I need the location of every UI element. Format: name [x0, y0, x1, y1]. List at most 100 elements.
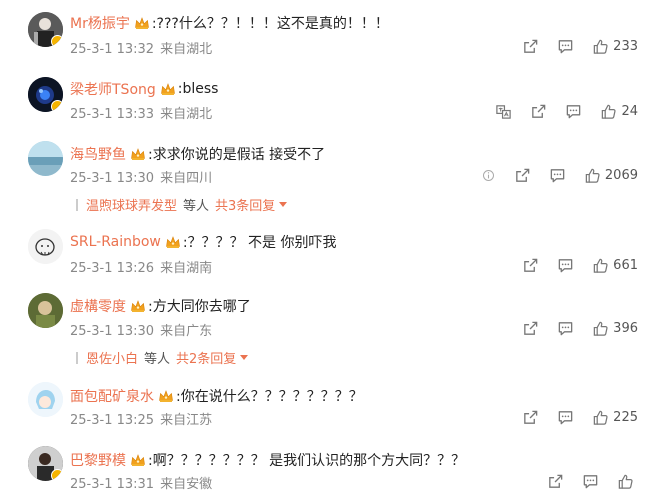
comment-button[interactable] [557, 409, 574, 426]
comment-button[interactable] [582, 473, 599, 490]
like-button[interactable] [617, 473, 638, 490]
thumbs-up-icon [617, 473, 634, 490]
avatar[interactable] [28, 293, 63, 328]
share-icon [547, 473, 564, 490]
share-button[interactable] [530, 103, 547, 120]
comment-icon [557, 38, 574, 55]
comment-button[interactable] [549, 167, 566, 184]
share-button[interactable] [547, 473, 564, 490]
location: 来自江苏 [160, 413, 213, 428]
reply-etc: 等人 [144, 352, 171, 367]
like-button[interactable]: 661 [592, 257, 638, 274]
comment-button[interactable] [565, 103, 582, 120]
comment-icon [557, 320, 574, 337]
location: 来自四川 [160, 171, 213, 186]
comment-icon [549, 167, 566, 184]
share-button[interactable] [522, 38, 539, 55]
username[interactable]: 巴黎野模 [70, 450, 126, 470]
share-button[interactable] [514, 167, 531, 184]
chevron-down-icon [240, 355, 249, 360]
location: 来自广东 [160, 324, 213, 339]
like-count: 661 [613, 257, 638, 273]
like-button[interactable]: 225 [592, 409, 638, 426]
location: 来自湖北 [160, 107, 213, 122]
comment-button[interactable] [557, 320, 574, 337]
crown-icon [158, 389, 174, 403]
crown-icon [130, 147, 146, 161]
comment-text: :你在说什么？？？？？？？？ [176, 389, 363, 405]
info-button[interactable] [481, 168, 496, 183]
verified-badge-icon [51, 469, 63, 481]
share-icon [514, 167, 531, 184]
comment-text: :啊？？？？？？？ 是我们认识的那个方大同？？？ [148, 453, 466, 469]
crown-icon [165, 235, 181, 249]
like-button[interactable]: 24 [600, 103, 638, 120]
timestamp: 25-3-1 13:32 [70, 42, 155, 57]
info-icon [481, 168, 496, 183]
username[interactable]: 海鸟野鱼 [70, 144, 126, 164]
username[interactable]: Mr杨振宇 [70, 13, 130, 33]
avatar[interactable] [28, 12, 63, 47]
timestamp: 25-3-1 13:26 [70, 261, 155, 276]
chevron-down-icon [279, 202, 288, 207]
like-count: 233 [613, 38, 638, 54]
like-count: 24 [621, 103, 638, 119]
thumbs-up-icon [592, 38, 609, 55]
timestamp: 25-3-1 13:25 [70, 413, 155, 428]
thumbs-up-icon [592, 257, 609, 274]
crown-icon [130, 299, 146, 313]
comment-button[interactable] [557, 257, 574, 274]
verified-badge-icon [51, 35, 63, 47]
location: 来自湖北 [160, 42, 213, 57]
timestamp: 25-3-1 13:30 [70, 171, 155, 186]
reply-etc: 等人 [183, 199, 210, 214]
share-icon [522, 38, 539, 55]
username[interactable]: 梁老师TSong [70, 79, 156, 99]
translate-icon [495, 103, 512, 120]
replies-summary[interactable]: 恩佐小白 等人 共2条回复 [76, 348, 249, 367]
avatar[interactable] [28, 141, 63, 176]
reply-total[interactable]: 共2条回复 [176, 348, 236, 367]
timestamp: 25-3-1 13:33 [70, 107, 155, 122]
like-count: 2069 [604, 167, 638, 183]
share-icon [530, 103, 547, 120]
username[interactable]: 虚構零度 [70, 296, 126, 316]
share-button[interactable] [522, 409, 539, 426]
reply-total[interactable]: 共3条回复 [215, 195, 275, 214]
thumbs-up-icon [592, 320, 609, 337]
crown-icon [134, 16, 150, 30]
thumbs-up-icon [600, 103, 617, 120]
avatar[interactable] [28, 77, 63, 112]
avatar[interactable] [28, 382, 63, 417]
share-icon [522, 409, 539, 426]
crown-icon [160, 82, 176, 96]
reply-divider [76, 198, 78, 211]
comment-icon [557, 257, 574, 274]
avatar[interactable] [28, 446, 63, 481]
comment-icon [565, 103, 582, 120]
replies-summary[interactable]: 温煦球球弄发型 等人 共3条回复 [76, 195, 288, 214]
share-button[interactable] [522, 320, 539, 337]
like-button[interactable]: 396 [592, 320, 638, 337]
share-button[interactable] [522, 257, 539, 274]
comment-text: :???什么？？！！！这不是真的！！！ [151, 16, 389, 32]
username[interactable]: SRL-Rainbow [70, 234, 161, 250]
crown-icon [130, 453, 146, 467]
comment-text: :方大同你去哪了 [148, 299, 251, 315]
comment-button[interactable] [557, 38, 574, 55]
translate-button[interactable] [495, 103, 512, 120]
avatar[interactable] [28, 229, 63, 264]
reply-user[interactable]: 温煦球球弄发型 [86, 195, 177, 214]
like-count: 225 [613, 409, 638, 425]
thumbs-up-icon [592, 409, 609, 426]
like-button[interactable]: 2069 [584, 167, 638, 184]
reply-divider [76, 351, 78, 364]
share-icon [522, 320, 539, 337]
username[interactable]: 面包配矿泉水 [70, 386, 154, 406]
comment-text: :求求你说的是假话 接受不了 [148, 147, 326, 163]
like-button[interactable]: 233 [592, 38, 638, 55]
location: 来自湖南 [160, 261, 213, 276]
comment-text: :bless [177, 81, 219, 97]
like-count: 396 [613, 320, 638, 336]
reply-user[interactable]: 恩佐小白 [86, 348, 138, 367]
